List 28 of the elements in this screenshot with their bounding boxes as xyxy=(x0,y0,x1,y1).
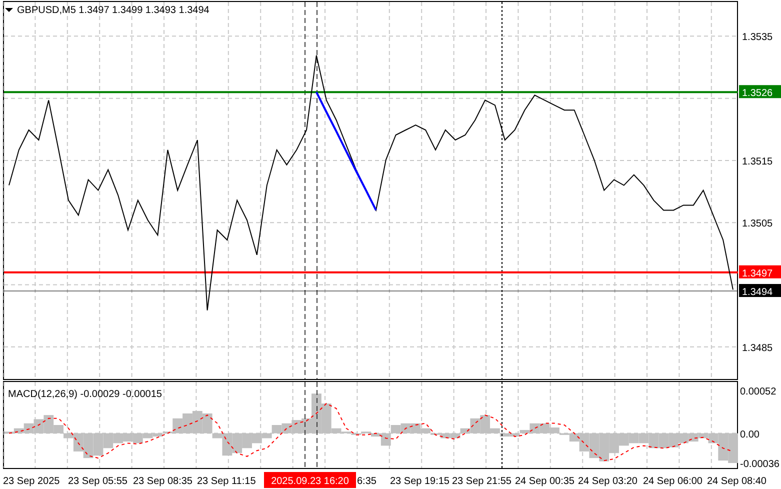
ref-line-label: 1.3494 xyxy=(742,286,774,298)
time-label: 23 Sep 08:35 xyxy=(133,476,192,487)
axis-label: 1.3515 xyxy=(742,156,773,168)
dropdown-icon[interactable] xyxy=(5,8,13,12)
time-label: 24 Sep 00:35 xyxy=(515,476,574,487)
price-label: 1.3497 xyxy=(739,265,781,280)
indicator-title: MACD(12,26,9) -0.00029 -0.00015 xyxy=(8,389,162,400)
axis-label: 1.3485 xyxy=(742,342,773,354)
time-label: 6:35 xyxy=(357,476,376,487)
price-label: 1.3494 xyxy=(739,284,781,298)
time-label: 23 Sep 19:15 xyxy=(390,476,450,487)
ref-line-label: 1.3497 xyxy=(742,268,774,280)
axis-label: 0.00052 xyxy=(740,386,776,398)
axis-label: -0.00036 xyxy=(740,459,780,470)
time-label: 24 Sep 06:00 xyxy=(643,476,702,487)
axis-label: 0.00 xyxy=(740,429,760,440)
axis-label: 1.3535 xyxy=(742,32,773,44)
chart-title: GBPUSD,M5 1.3497 1.3499 1.3493 1.3494 xyxy=(17,5,210,16)
time-label: 23 Sep 11:15 xyxy=(197,476,256,487)
time-label: 23 Sep 21:55 xyxy=(452,476,512,487)
time-label: 23 Sep 2025 xyxy=(3,476,60,487)
ref-line-label: 1.3526 xyxy=(742,88,774,100)
price-label: 1.3526 xyxy=(739,85,781,100)
time-label: 23 Sep 05:55 xyxy=(68,476,128,487)
time-label: 24 Sep 08:40 xyxy=(707,476,766,487)
axis-label: 1.3505 xyxy=(742,218,773,230)
time-label: 24 Sep 03:20 xyxy=(578,476,638,487)
cursor-time-label: 2025.09.23 16:20 xyxy=(264,472,356,488)
